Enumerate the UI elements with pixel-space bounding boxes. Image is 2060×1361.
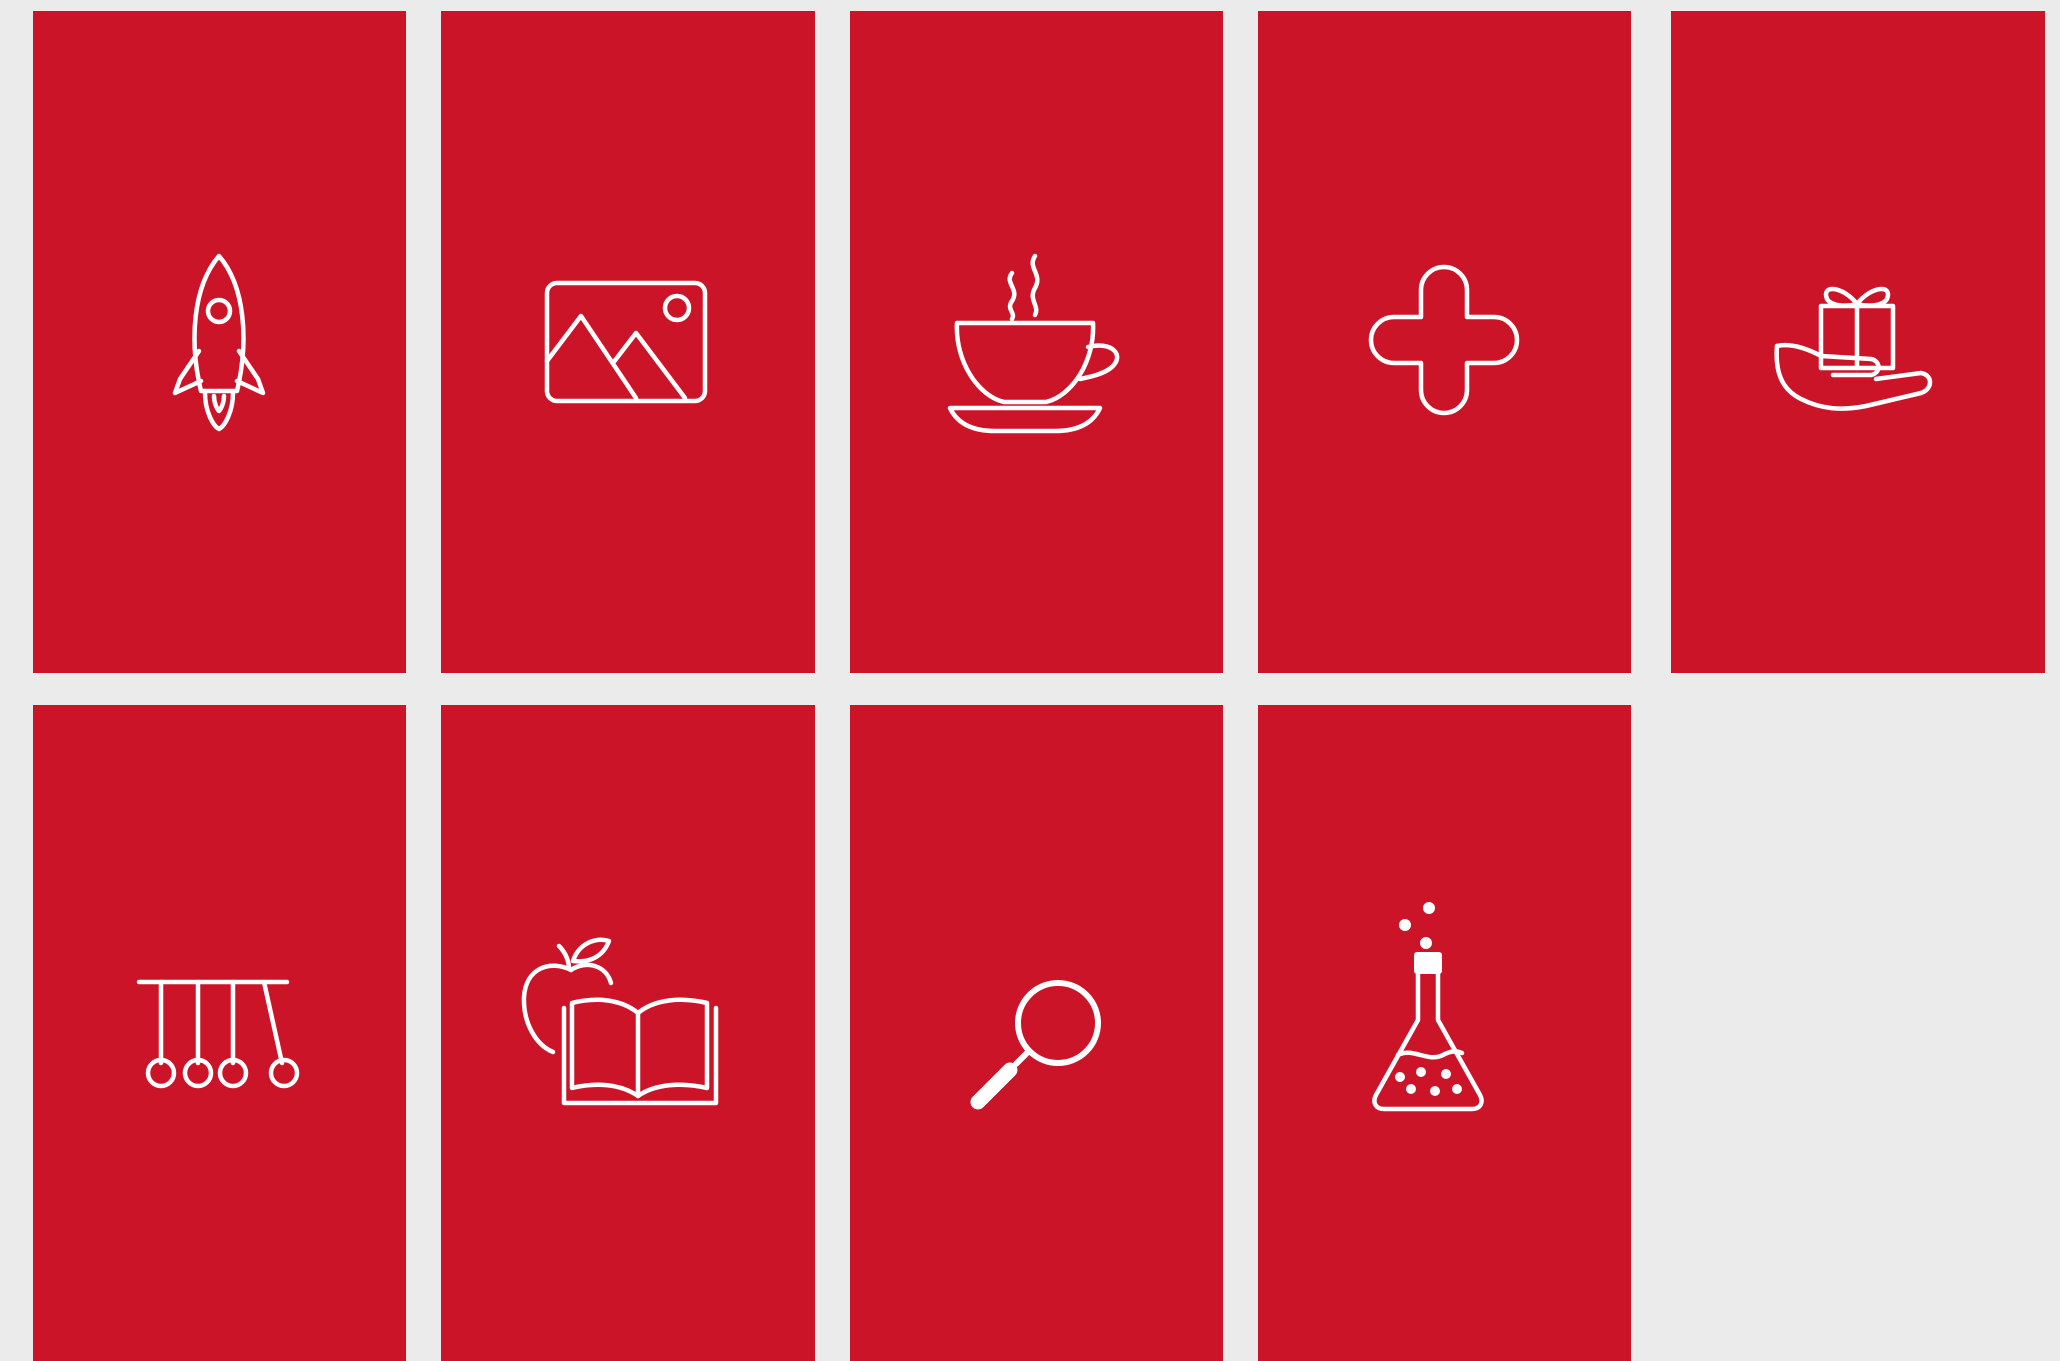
newtons-cradle-icon [136, 979, 300, 1089]
tile-coffee[interactable] [850, 11, 1223, 673]
tile-rocket[interactable] [33, 11, 406, 673]
magnifying-glass-icon [970, 980, 1101, 1110]
rocket-icon [172, 253, 266, 432]
image-icon [544, 280, 708, 404]
coffee-cup-icon [947, 253, 1120, 434]
tile-magnifier[interactable] [850, 705, 1223, 1361]
tile-medical-cross[interactable] [1258, 11, 1631, 673]
gift-in-hand-icon [1774, 286, 1933, 411]
tile-image[interactable] [441, 11, 815, 673]
tile-newtons-cradle[interactable] [33, 705, 406, 1361]
tile-gift[interactable] [1671, 11, 2045, 673]
medical-cross-icon [1368, 264, 1520, 416]
tile-flask[interactable] [1258, 705, 1631, 1361]
tile-book-apple[interactable] [441, 705, 815, 1361]
lab-flask-icon [1372, 902, 1484, 1112]
book-and-apple-icon [521, 937, 719, 1106]
